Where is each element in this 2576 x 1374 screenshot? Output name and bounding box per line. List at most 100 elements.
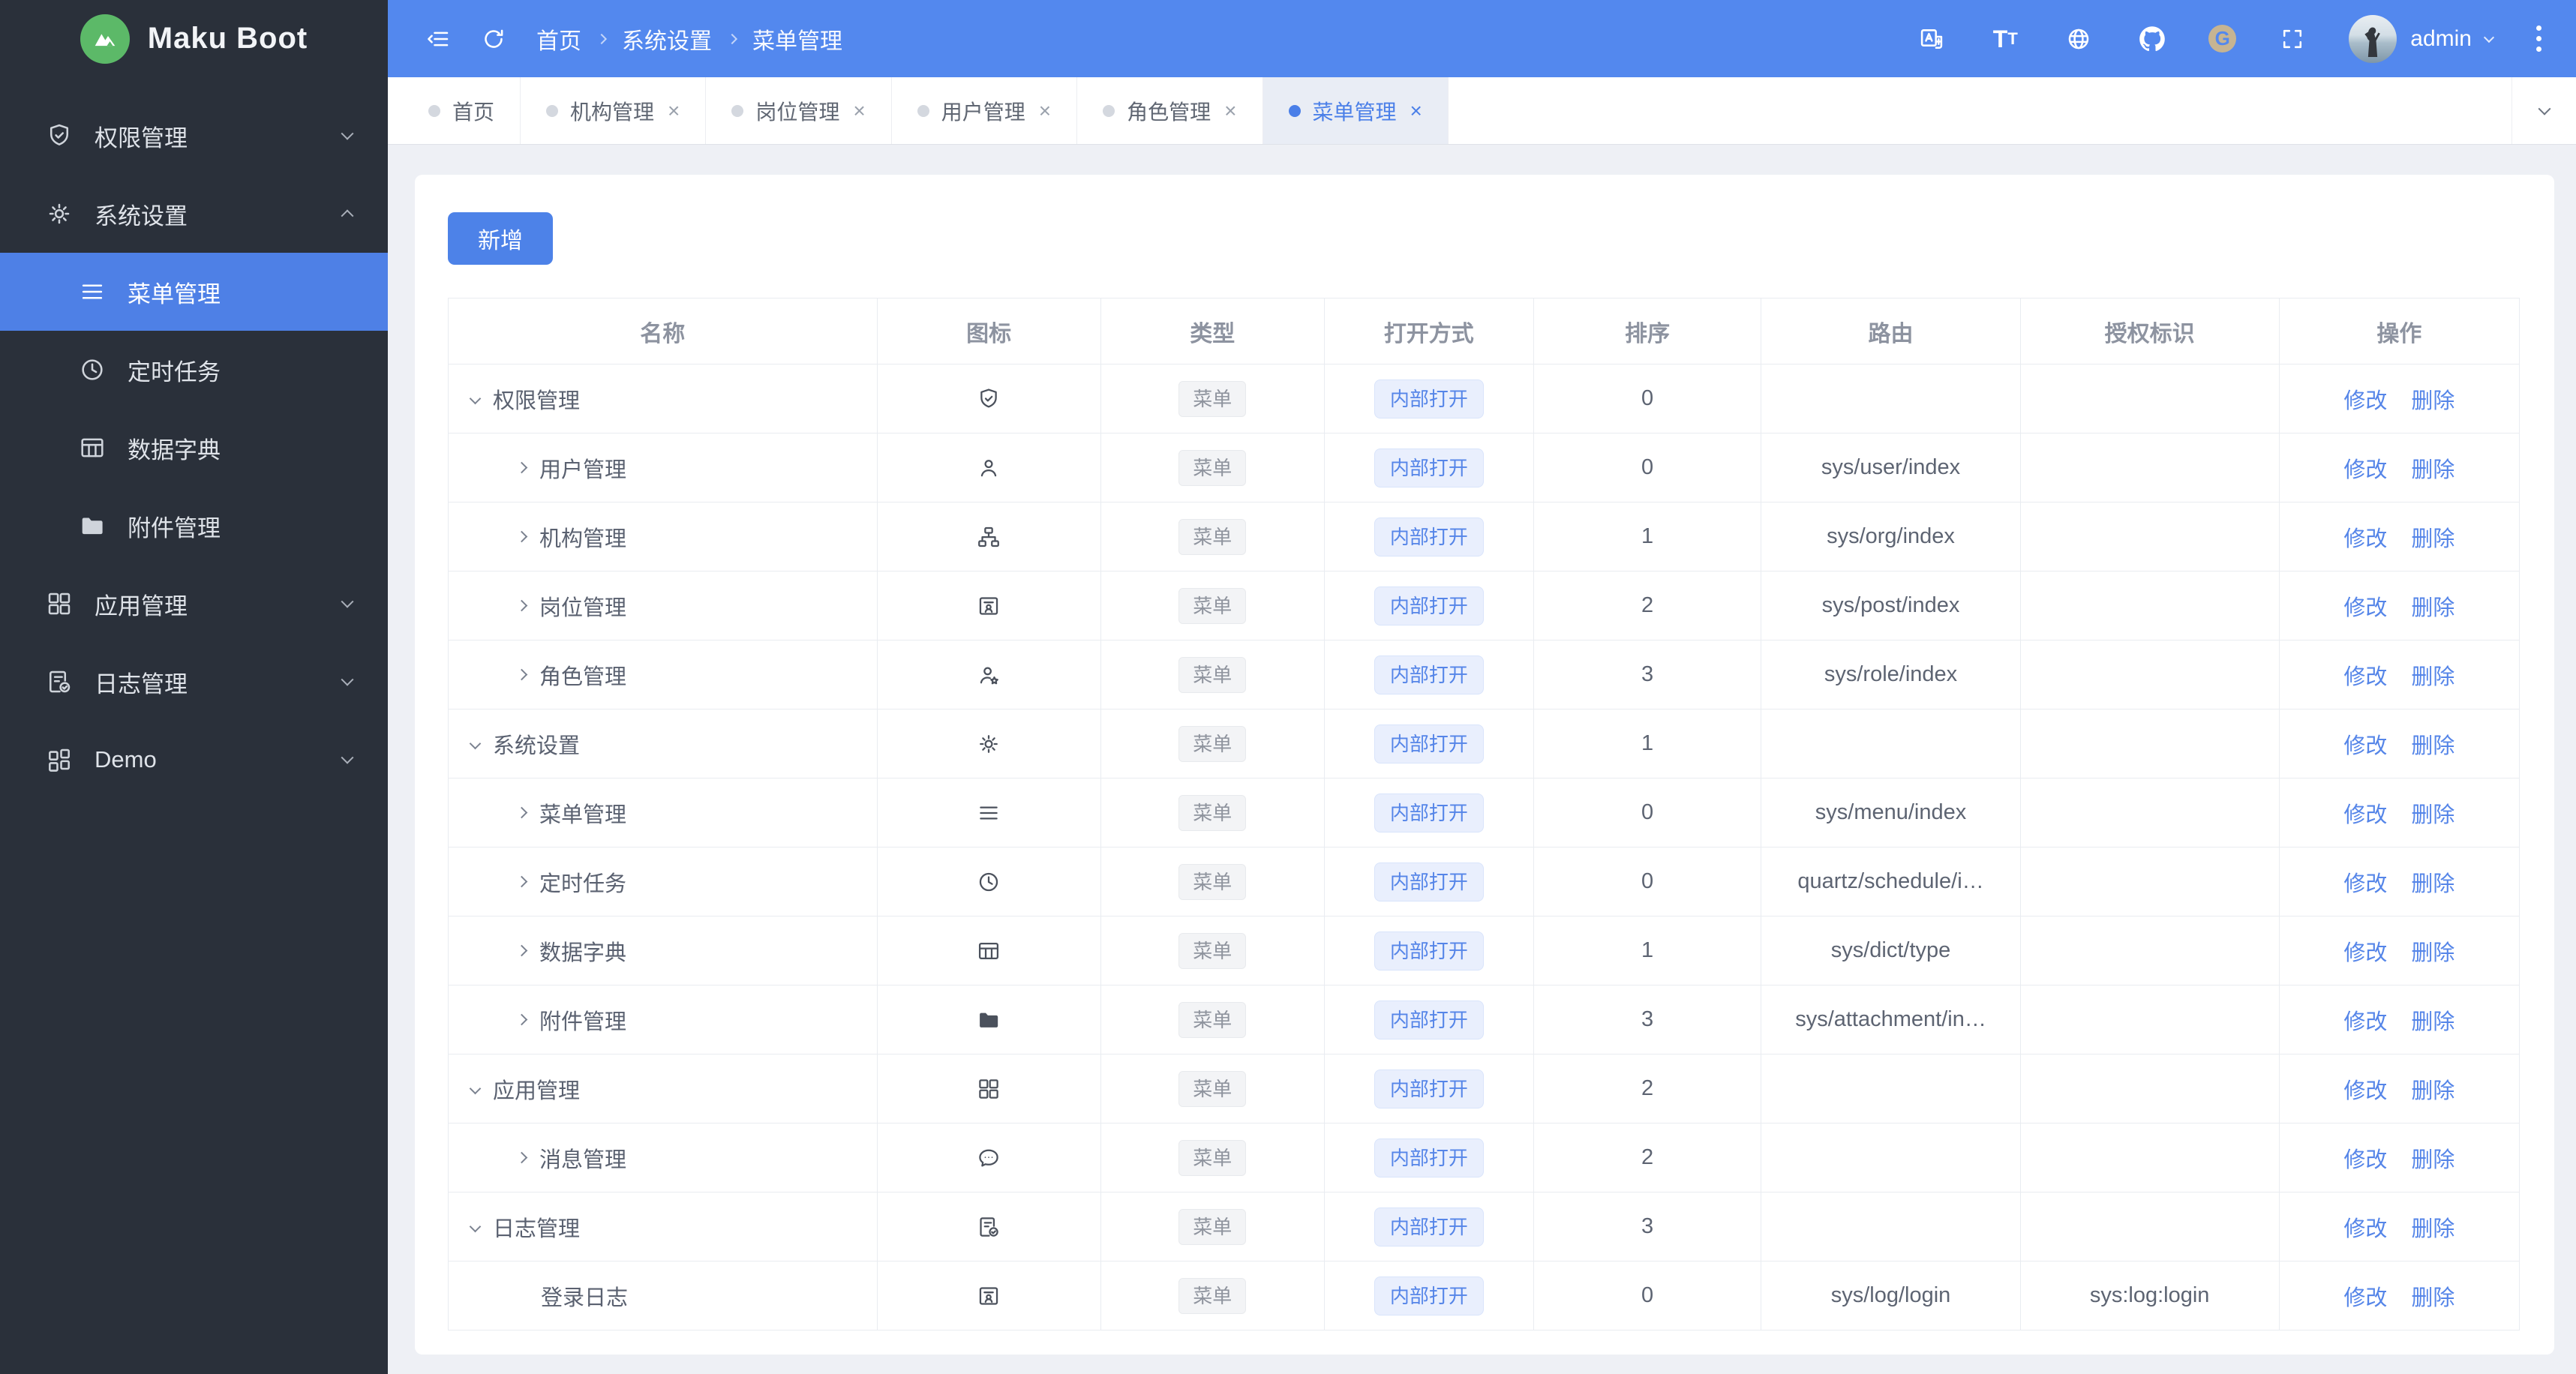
edit-link[interactable]: 修改 xyxy=(2343,665,2387,689)
fullscreen-button[interactable] xyxy=(2275,22,2310,56)
delete-link[interactable]: 删除 xyxy=(2411,665,2454,689)
sidebar-item-table-grid[interactable]: 数据字典 xyxy=(0,409,388,487)
topbar-actions: TT G admin xyxy=(1914,14,2546,63)
expand-right-icon[interactable] xyxy=(515,599,528,612)
menu-name: 数据字典 xyxy=(539,940,627,965)
edit-link[interactable]: 修改 xyxy=(2343,1079,2387,1103)
expand-right-icon[interactable] xyxy=(515,461,528,474)
page-content: 新增 名称 图标 类型 打开方式 排序 路由 授权标识 操作 权限管理 菜单 内部打开 0 修改 删除用… xyxy=(388,145,2576,1374)
edit-link[interactable]: 修改 xyxy=(2343,596,2387,620)
expand-right-icon[interactable] xyxy=(515,1151,528,1164)
expand-right-icon[interactable] xyxy=(515,1013,528,1026)
tab-角色管理[interactable]: 角色管理 × xyxy=(1077,77,1263,144)
expand-right-icon[interactable] xyxy=(515,875,528,888)
edit-link[interactable]: 修改 xyxy=(2343,1010,2387,1034)
sidebar-item-shield-check[interactable]: 权限管理 xyxy=(0,97,388,175)
expand-right-icon[interactable] xyxy=(515,668,528,681)
tab-岗位管理[interactable]: 岗位管理 × xyxy=(706,77,892,144)
auth-value xyxy=(2019,709,2280,778)
auth-value xyxy=(2019,1123,2280,1192)
delete-link[interactable]: 删除 xyxy=(2411,458,2454,482)
edit-link[interactable]: 修改 xyxy=(2343,941,2387,965)
sidebar-menu: 权限管理 系统设置 菜单管理 定时任务 数据字典 附件管理 应用管理 日志管理 Demo xyxy=(0,77,388,1374)
delete-link[interactable]: 删除 xyxy=(2411,1217,2454,1241)
expand-down-icon[interactable] xyxy=(469,1082,482,1095)
route-value xyxy=(1761,364,2021,434)
tab-机构管理[interactable]: 机构管理 × xyxy=(521,77,707,144)
table-row: 登录日志 菜单 内部打开 0 sys/log/login sys:log:login 修改删… xyxy=(448,1261,2520,1330)
sidebar-item-folder[interactable]: 附件管理 xyxy=(0,487,388,565)
delete-link[interactable]: 删除 xyxy=(2411,872,2454,896)
edit-link[interactable]: 修改 xyxy=(2343,389,2387,413)
app-logo[interactable]: Maku Boot xyxy=(0,0,388,77)
edit-link[interactable]: 修改 xyxy=(2343,734,2387,758)
expand-down-icon[interactable] xyxy=(469,1220,482,1233)
expand-right-icon[interactable] xyxy=(515,530,528,543)
tab-label: 用户管理 xyxy=(941,100,1025,124)
edit-link[interactable]: 修改 xyxy=(2343,458,2387,482)
delete-link[interactable]: 删除 xyxy=(2411,389,2454,413)
gitee-icon[interactable]: G xyxy=(2208,25,2237,52)
tab-菜单管理[interactable]: 菜单管理 × xyxy=(1262,77,1449,144)
sidebar-item-gear[interactable]: 系统设置 xyxy=(0,175,388,253)
font-size-button[interactable]: TT xyxy=(1988,22,2022,56)
tabs-dropdown-button[interactable] xyxy=(2511,77,2576,144)
menu-name: 定时任务 xyxy=(539,872,627,896)
tab-用户管理[interactable]: 用户管理 × xyxy=(892,77,1078,144)
edit-link[interactable]: 修改 xyxy=(2343,803,2387,827)
delete-link[interactable]: 删除 xyxy=(2411,803,2454,827)
github-icon[interactable] xyxy=(2135,22,2169,56)
close-icon[interactable]: × xyxy=(853,100,865,122)
table-row: 角色管理 菜单 内部打开 3 sys/role/index 修改 删除 xyxy=(448,640,2520,710)
table-row: 机构管理 菜单 内部打开 1 sys/org/index 修改 删除 xyxy=(448,502,2520,572)
delete-link[interactable]: 删除 xyxy=(2411,734,2454,758)
sidebar-item-grid[interactable]: 应用管理 xyxy=(0,565,388,643)
route-value: sys/attachment/in… xyxy=(1761,985,2021,1054)
id-card-icon xyxy=(976,593,1001,619)
route-value: sys/org/index xyxy=(1761,502,2021,572)
sidebar-item-clock[interactable]: 定时任务 xyxy=(0,331,388,409)
fold-menu-button[interactable] xyxy=(421,22,455,56)
delete-link[interactable]: 删除 xyxy=(2411,1079,2454,1103)
open-mode-badge: 内部打开 xyxy=(1374,655,1484,694)
delete-link[interactable]: 删除 xyxy=(2411,596,2454,620)
add-button[interactable]: 新增 xyxy=(448,212,553,265)
close-icon[interactable]: × xyxy=(668,100,680,122)
sidebar-item-doc-check[interactable]: 日志管理 xyxy=(0,643,388,721)
delete-link[interactable]: 删除 xyxy=(2411,1286,2454,1310)
close-icon[interactable]: × xyxy=(1224,100,1236,122)
edit-link[interactable]: 修改 xyxy=(2343,1217,2387,1241)
breadcrumb-item[interactable]: 首页 xyxy=(536,22,581,56)
delete-link[interactable]: 删除 xyxy=(2411,941,2454,965)
expand-right-icon[interactable] xyxy=(515,944,528,957)
breadcrumb-item[interactable]: 系统设置 xyxy=(622,22,712,56)
tab-首页[interactable]: 首页 xyxy=(403,77,521,144)
more-options-button[interactable] xyxy=(2532,22,2546,55)
language-button[interactable] xyxy=(1914,22,1949,56)
table-row: 日志管理 菜单 内部打开 3 修改 删除 xyxy=(448,1192,2520,1262)
breadcrumb-item[interactable]: 菜单管理 xyxy=(752,22,842,56)
expand-down-icon[interactable] xyxy=(469,737,482,750)
clock-icon xyxy=(78,356,107,384)
user-menu[interactable]: admin xyxy=(2349,14,2495,63)
delete-link[interactable]: 删除 xyxy=(2411,1148,2454,1172)
close-icon[interactable]: × xyxy=(1410,100,1422,122)
open-mode-badge: 内部打开 xyxy=(1374,793,1484,832)
refresh-button[interactable] xyxy=(476,22,511,56)
sort-value: 1 xyxy=(1533,709,1762,778)
sidebar-item-grid-alt[interactable]: Demo xyxy=(0,721,388,799)
delete-link[interactable]: 删除 xyxy=(2411,527,2454,551)
globe-icon[interactable] xyxy=(2061,22,2096,56)
expand-right-icon[interactable] xyxy=(515,806,528,819)
edit-link[interactable]: 修改 xyxy=(2343,872,2387,896)
sidebar-item-menu-lines[interactable]: 菜单管理 xyxy=(0,253,388,331)
close-icon[interactable]: × xyxy=(1039,100,1051,122)
grid-alt-icon xyxy=(45,746,74,774)
edit-link[interactable]: 修改 xyxy=(2343,1148,2387,1172)
type-badge: 菜单 xyxy=(1178,1139,1247,1176)
delete-link[interactable]: 删除 xyxy=(2411,1010,2454,1034)
edit-link[interactable]: 修改 xyxy=(2343,1286,2387,1310)
edit-link[interactable]: 修改 xyxy=(2343,527,2387,551)
table-row: 岗位管理 菜单 内部打开 2 sys/post/index 修改 删除 xyxy=(448,571,2520,640)
expand-down-icon[interactable] xyxy=(469,392,482,405)
